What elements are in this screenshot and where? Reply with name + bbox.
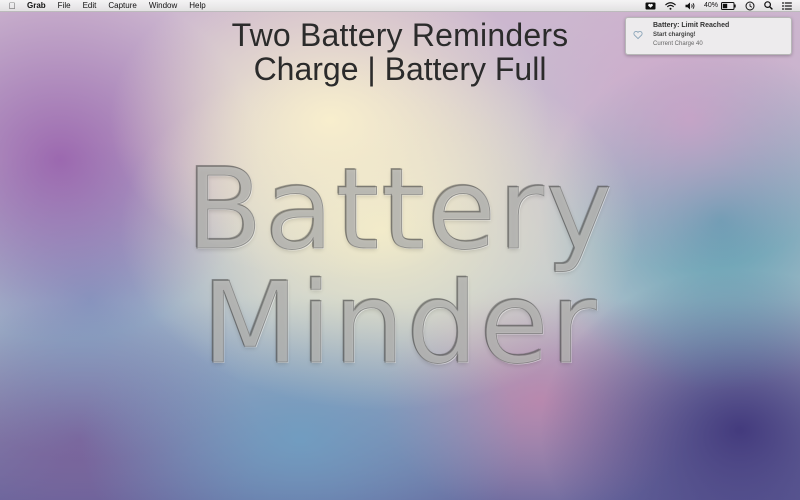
wifi-icon[interactable] (665, 0, 676, 12)
menu-item-file[interactable]: File (52, 0, 77, 12)
battery-percent[interactable]: 40% (704, 0, 718, 12)
battery-icon[interactable] (721, 0, 736, 12)
apple-icon[interactable]:  (0, 0, 24, 12)
notification-title: Battery: Limit Reached (653, 22, 730, 29)
search-icon[interactable] (764, 0, 773, 12)
heart-icon (633, 27, 643, 40)
menu-bar-left:  Grab File Edit Capture Window Help (0, 0, 212, 12)
desktop-background:  Grab File Edit Capture Window Help (0, 0, 800, 500)
menu-item-help[interactable]: Help (183, 0, 211, 12)
notification-banner[interactable]: Battery: Limit Reached Start charging! C… (625, 17, 792, 55)
notification-subtitle: Start charging! (653, 32, 696, 38)
menu-item-grab[interactable]: Grab (24, 0, 52, 12)
volume-icon[interactable] (685, 0, 696, 12)
menu-item-window[interactable]: Window (143, 0, 183, 12)
logo-text-battery: Battery (185, 145, 615, 275)
battery-minder-icon[interactable] (645, 0, 656, 12)
headline-subtitle: Charge | Battery Full (253, 51, 547, 87)
menu-item-edit[interactable]: Edit (77, 0, 103, 12)
time-machine-icon[interactable] (745, 0, 755, 12)
notification-center-icon[interactable] (782, 0, 792, 12)
menu-bar:  Grab File Edit Capture Window Help (0, 0, 800, 12)
menu-bar-status: 40% (636, 0, 800, 12)
logo-text-minder: Minder (201, 259, 599, 389)
notification-body: Current Charge 40 (653, 41, 703, 47)
menu-item-capture[interactable]: Capture (102, 0, 142, 12)
